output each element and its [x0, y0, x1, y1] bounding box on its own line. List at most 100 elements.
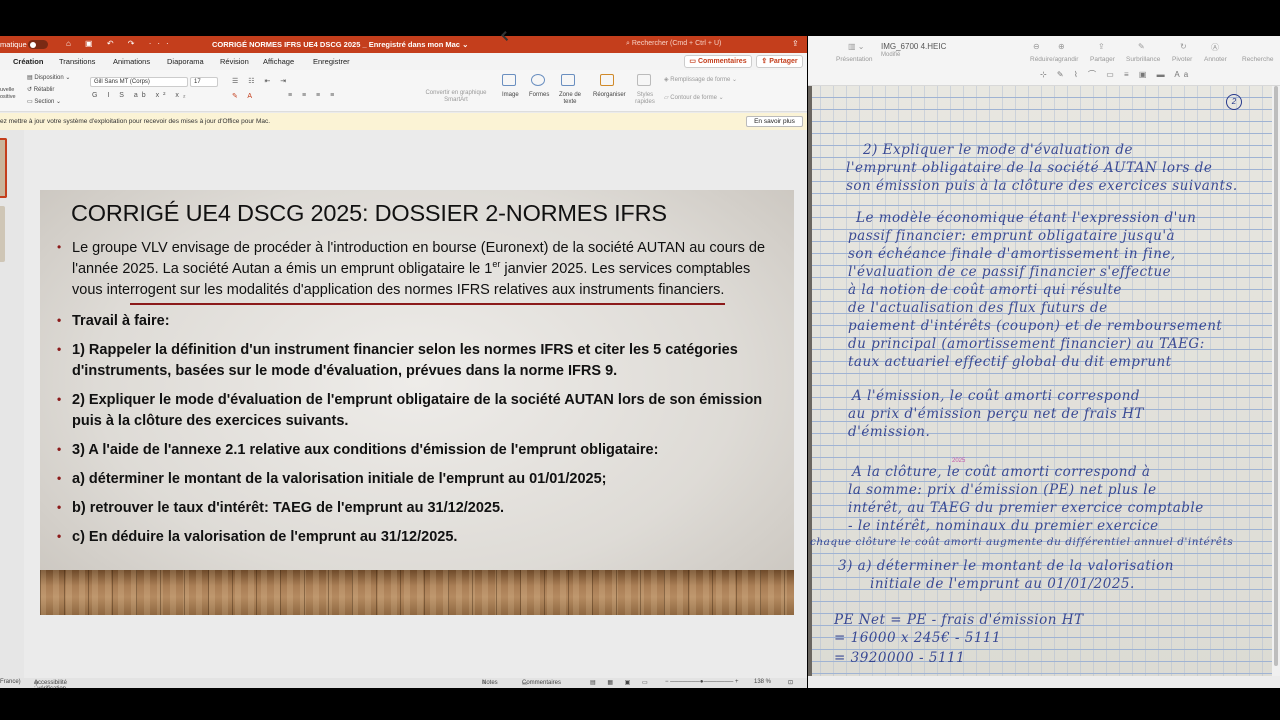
presentation-button[interactable]: Présentation: [836, 56, 873, 63]
view-buttons[interactable]: ▤ ▦ ▣ ▭: [590, 679, 653, 686]
status-bar: France) ⚲ Accessibilité : vérification t…: [0, 678, 807, 688]
preview-scrollbar[interactable]: [1272, 86, 1280, 676]
section-button[interactable]: ▭ Section ⌄: [27, 98, 61, 105]
new-slide-button[interactable]: uvelle ositive: [0, 87, 20, 101]
handwritten-line: la somme: prix d'émission (PE) net plus …: [848, 482, 1157, 498]
share-label: Partager: [769, 58, 798, 65]
search-pv-button[interactable]: Recherche: [1242, 56, 1273, 63]
shape-outline-button[interactable]: ▱ Contour de forme ⌄: [664, 94, 724, 101]
handwritten-line: du principal (amortissement financier) a…: [848, 336, 1205, 352]
autosave-toggle[interactable]: [28, 40, 48, 49]
reset-icon: ↺: [27, 87, 34, 93]
page-number: 2: [1226, 94, 1242, 110]
quick-styles-icon: [637, 74, 651, 86]
quick-styles-button[interactable]: Styles rapides: [633, 92, 657, 106]
shape-fill-button[interactable]: ◈ Remplissage de forme ⌄: [664, 76, 737, 83]
highlight-button[interactable]: Surbrillance: [1126, 56, 1160, 63]
handwritten-page: 2 2) Expliquer le mode d'évaluation de l…: [808, 86, 1272, 676]
handwritten-line: l'évaluation de ce passif financier s'ef…: [848, 264, 1172, 280]
zoom-button[interactable]: Réduire/agrandir: [1030, 56, 1078, 63]
arrange-icon: [600, 74, 614, 86]
outline-label: Contour de forme ⌄: [670, 95, 724, 101]
sidebar-toggle-icon[interactable]: ▥ ⌄: [848, 42, 864, 51]
bullet-item: 1) Rappeler la définition d'un instrumen…: [57, 339, 777, 382]
quick-access-icons[interactable]: ⌂ ▣ ↶ ↷ ···: [66, 39, 175, 48]
text-color-buttons[interactable]: ✎ A: [232, 92, 256, 100]
zoom-level[interactable]: 138 %: [754, 679, 771, 685]
reset-button[interactable]: ↺ Rétablir: [27, 86, 54, 93]
section-label: Section ⌄: [34, 99, 62, 105]
highlight-icon[interactable]: ✎: [1138, 42, 1145, 51]
accessibility-label: Accessibilité : vérification terminée: [34, 680, 68, 688]
list-buttons[interactable]: ☰ ☷ ⇤ ⇥: [232, 77, 290, 85]
tab-diaporama[interactable]: Diaporama: [167, 57, 204, 66]
tab-enregistrer[interactable]: Enregistrer: [313, 57, 350, 66]
handwritten-line: l'emprunt obligataire de la société AUTA…: [846, 160, 1213, 176]
handwritten-line: Le modèle économique étant l'expression …: [856, 210, 1197, 226]
update-message: ez mettre à jour votre système d'exploit…: [0, 118, 271, 125]
align-buttons[interactable]: ≡ ≡ ≡ ≡: [288, 92, 338, 99]
handwritten-line: chaque clôture le coût amorti augmente d…: [810, 536, 1234, 548]
preview-toolbar: ▥ ⌄ IMG_6700 4.HEIC Modifié Présentation…: [808, 36, 1280, 86]
desktop: matique ⌂ ▣ ↶ ↷ ··· CORRIGÉ NORMES IFRS …: [0, 0, 1280, 720]
share-button[interactable]: ⇪ Partager: [756, 55, 803, 68]
share-pv-button[interactable]: Partager: [1090, 56, 1115, 63]
textbox-icon: [561, 74, 575, 86]
textbox-button[interactable]: Zone de texte: [558, 92, 582, 106]
convert-smartart-button[interactable]: Convertir en graphique SmartArt: [424, 90, 488, 104]
slide-canvas[interactable]: CORRIGÉ UE4 DSCG 2025: DOSSIER 2-NORMES …: [40, 190, 794, 615]
arrange-button[interactable]: Réorganiser: [593, 92, 626, 98]
font-size-select[interactable]: 17: [190, 77, 218, 87]
comment-icon: ▭: [689, 58, 698, 65]
handwritten-line: d'émission.: [848, 424, 931, 440]
comments-button[interactable]: ▭ Commentaires: [684, 55, 752, 68]
intro-paragraph: Le groupe VLV envisage de procéder à l'i…: [57, 237, 777, 301]
tab-animations[interactable]: Animations: [113, 57, 150, 66]
slide-thumbnail[interactable]: [0, 206, 5, 262]
handwritten-line: son émission puis à la clôture des exerc…: [846, 178, 1238, 194]
preview-window: ▥ ⌄ IMG_6700 4.HEIC Modifié Présentation…: [808, 36, 1280, 688]
handwritten-line: 3) a) déterminer le montant de la valori…: [838, 558, 1174, 574]
slide-thumbnails: [0, 130, 24, 680]
file-name: IMG_6700 4.HEIC: [881, 42, 947, 51]
handwritten-line: A la clôture, le coût amorti correspond …: [852, 464, 1151, 480]
shapes-button[interactable]: Formes: [529, 92, 549, 98]
tab-affichage[interactable]: Affichage: [263, 57, 294, 66]
slide-thumbnail-selected[interactable]: [0, 138, 7, 198]
bullet-item: c) En déduire la valorisation de l'empru…: [57, 526, 777, 548]
document-title[interactable]: CORRIGÉ NORMES IFRS UE4 DSCG 2025 _ Enre…: [212, 40, 468, 49]
zoom-out-icon[interactable]: ⊖: [1033, 42, 1040, 51]
slide-title[interactable]: CORRIGÉ UE4 DSCG 2025: DOSSIER 2-NORMES …: [71, 200, 667, 227]
file-modified: Modifié: [881, 52, 901, 58]
rotate-icon[interactable]: ↻: [1180, 42, 1187, 51]
bullet-item: b) retrouver le taux d'intérêt: TAEG de …: [57, 497, 777, 519]
zoom-in-icon[interactable]: ⊕: [1058, 42, 1065, 51]
slide-body[interactable]: Le groupe VLV envisage de procéder à l'i…: [57, 237, 777, 556]
search-placeholder: Rechercher (Cmd + Ctrl + U): [631, 40, 722, 47]
tab-transitions[interactable]: Transitions: [59, 57, 95, 66]
update-notification: ez mettre à jour votre système d'exploit…: [0, 113, 807, 130]
language-status[interactable]: France): [0, 679, 21, 685]
markup-button[interactable]: Annoter: [1204, 56, 1227, 63]
fit-slide-icon[interactable]: ⊡: [788, 679, 793, 686]
text-format-buttons[interactable]: G I S ab x² x₂: [92, 92, 190, 99]
zoom-slider[interactable]: − ───────●─────── +: [665, 679, 738, 685]
markup-icon[interactable]: Ⓐ: [1211, 42, 1219, 53]
reset-label: Rétablir: [33, 87, 55, 93]
learn-more-button[interactable]: En savoir plus: [746, 116, 803, 127]
share-icon[interactable]: ⇪: [792, 39, 799, 48]
handwritten-line: de l'actualisation des flux futurs de: [848, 300, 1108, 316]
rotate-button[interactable]: Pivoter: [1172, 56, 1192, 63]
handwritten-line: A l'émission, le coût amorti correspond: [852, 388, 1141, 404]
ribbon: uvelle ositive ▤ Disposition ⌄ ↺ Rétabli…: [0, 70, 807, 112]
handwritten-line: = 3920000 - 5111: [834, 650, 966, 666]
font-family-select[interactable]: Gill Sans MT (Corps): [90, 77, 188, 87]
search-input[interactable]: ⌕ Rechercher (Cmd + Ctrl + U): [620, 38, 790, 50]
share-pv-icon[interactable]: ⇪: [1098, 42, 1105, 51]
handwritten-line: au prix d'émission perçu net de frais HT: [848, 406, 1144, 422]
disposition-button[interactable]: ▤ Disposition ⌄: [27, 74, 70, 81]
markup-tools[interactable]: ⊹ ✎ ⌇ ⌒ ▭ ≡ ▣ ▬ Aa: [1040, 69, 1192, 80]
image-button[interactable]: Image: [502, 92, 519, 98]
tab-revision[interactable]: Révision: [220, 57, 249, 66]
tab-creation[interactable]: Création: [13, 57, 43, 66]
